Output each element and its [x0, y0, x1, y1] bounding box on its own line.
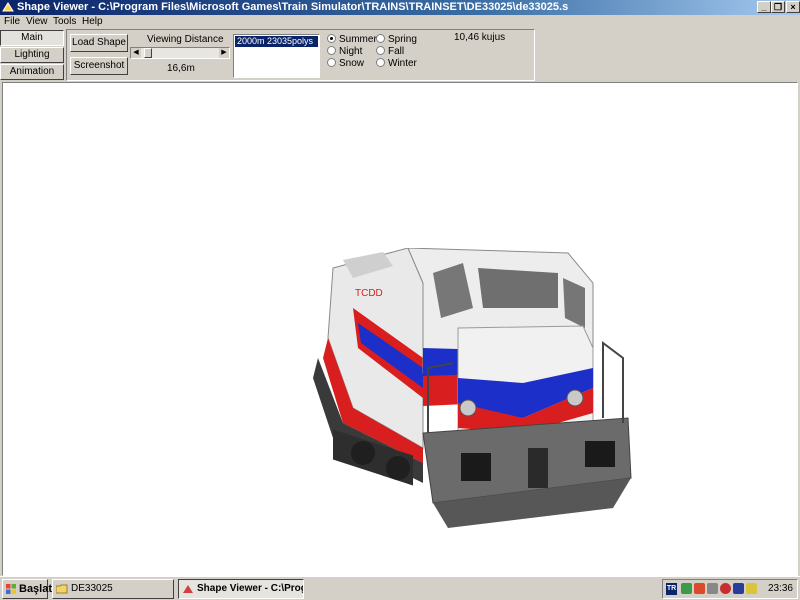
- 3d-viewport[interactable]: TCDD: [2, 82, 798, 576]
- season-radio-winter[interactable]: Winter: [376, 58, 417, 69]
- radio-checked-icon: [327, 34, 336, 43]
- slider-thumb[interactable]: [144, 48, 152, 58]
- windows-logo-icon: [6, 584, 16, 594]
- slider-right-arrow-icon[interactable]: ▶: [219, 48, 229, 58]
- security-icon[interactable]: [720, 583, 731, 594]
- folder-icon: [56, 584, 68, 594]
- shape-viewer-icon: [183, 585, 193, 593]
- season-radio-spring[interactable]: Spring: [376, 34, 417, 45]
- radio-icon: [327, 46, 336, 55]
- season-snow-label: Snow: [339, 58, 365, 69]
- locomotive-model[interactable]: TCDD: [313, 248, 643, 538]
- settings-icon[interactable]: [707, 583, 718, 594]
- start-label: Başlat: [19, 583, 53, 595]
- taskbar-item-shape-viewer[interactable]: Shape Viewer - C:\Prog...: [178, 579, 304, 599]
- viewing-distance-slider[interactable]: ◀ ▶: [130, 47, 230, 59]
- vertex-count: 10,46 kujus: [454, 32, 506, 43]
- menu-file[interactable]: File: [4, 16, 20, 27]
- maximize-button[interactable]: ❐: [771, 1, 785, 13]
- display-icon[interactable]: [733, 583, 744, 594]
- tab-lighting[interactable]: Lighting: [0, 47, 64, 63]
- season-spring-label: Spring: [388, 34, 417, 45]
- season-night-label: Night: [339, 46, 363, 57]
- season-winter-label: Winter: [388, 58, 417, 69]
- close-button[interactable]: ×: [786, 1, 800, 13]
- screenshot-button[interactable]: Screenshot: [70, 57, 128, 75]
- antivirus-icon[interactable]: [694, 583, 705, 594]
- shape-viewer-app-icon: [2, 2, 14, 12]
- clock: 23:36: [767, 583, 793, 594]
- tab-main[interactable]: Main: [0, 30, 64, 46]
- system-tray: TR 23:36: [662, 579, 798, 599]
- start-button[interactable]: Başlat: [2, 579, 52, 599]
- lod-list-item[interactable]: 2000m 23035polys: [235, 36, 318, 47]
- season-radio-fall[interactable]: Fall: [376, 46, 404, 57]
- network-icon[interactable]: [681, 583, 692, 594]
- lod-listbox[interactable]: 2000m 23035polys: [233, 34, 320, 78]
- season-fall-label: Fall: [388, 46, 405, 57]
- minimize-button[interactable]: _: [757, 1, 771, 13]
- season-radio-night[interactable]: Night: [327, 46, 362, 57]
- taskbar-item-label: DE33025: [71, 583, 113, 594]
- svg-text:TCDD: TCDD: [355, 288, 383, 299]
- window-title: Shape Viewer - C:\Program Files\Microsof…: [17, 1, 569, 13]
- taskbar-item-label: Shape Viewer - C:\Prog...: [197, 583, 304, 594]
- title-bar: Shape Viewer - C:\Program Files\Microsof…: [0, 0, 800, 15]
- taskbar: Başlat DE33025 Shape Viewer - C:\Prog...…: [0, 576, 800, 600]
- radio-icon: [376, 58, 385, 67]
- speaker-icon[interactable]: [746, 583, 757, 594]
- menu-tools[interactable]: Tools: [53, 16, 76, 27]
- toolbar: Main Lighting Animation Load Shape Scree…: [0, 29, 800, 82]
- language-indicator[interactable]: TR: [666, 583, 677, 595]
- viewing-distance-label: Viewing Distance: [147, 34, 224, 45]
- taskbar-item-de33025[interactable]: DE33025: [52, 579, 174, 599]
- season-radio-summer[interactable]: Summer: [327, 34, 377, 45]
- tab-animation[interactable]: Animation: [0, 64, 64, 80]
- menu-view[interactable]: View: [26, 16, 48, 27]
- radio-icon: [376, 46, 385, 55]
- load-shape-button[interactable]: Load Shape: [70, 34, 128, 52]
- slider-left-arrow-icon[interactable]: ◀: [131, 48, 141, 58]
- radio-icon: [376, 34, 385, 43]
- main-panel: Load Shape Screenshot Viewing Distance ◀…: [66, 29, 535, 81]
- menu-bar: File View Tools Help: [0, 15, 800, 29]
- radio-icon: [327, 58, 336, 67]
- viewing-distance-value: 16,6m: [167, 63, 195, 74]
- menu-help[interactable]: Help: [82, 16, 103, 27]
- season-summer-label: Summer: [339, 34, 377, 45]
- season-radio-snow[interactable]: Snow: [327, 58, 364, 69]
